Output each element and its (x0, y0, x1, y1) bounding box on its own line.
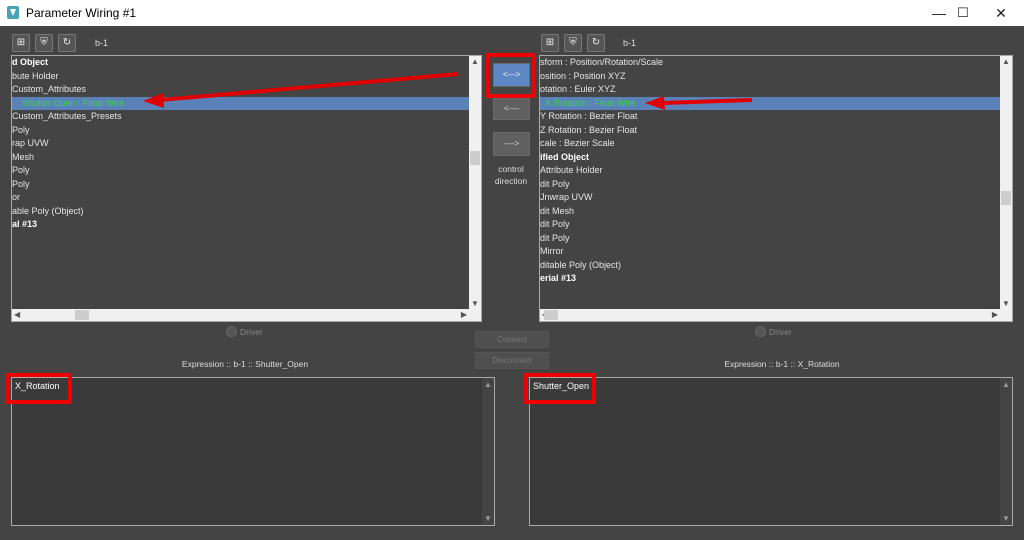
control-left-button[interactable]: <---- (493, 98, 530, 120)
hierarchy-icon[interactable]: ⊞ (541, 34, 559, 52)
tree-item[interactable]: Attribute Holder (540, 164, 1000, 178)
refresh-icon[interactable]: ↻ (587, 34, 605, 52)
tree-item[interactable]: Custom_Attributes (12, 83, 469, 97)
tree-item[interactable]: sform : Position/Rotation/Scale (540, 56, 1000, 70)
tree-item[interactable]: Poly (12, 124, 469, 138)
scroll-up-icon[interactable]: ▲ (484, 380, 492, 389)
right-parameter-tree[interactable]: sform : Position/Rotation/Scale osition :… (539, 55, 1013, 322)
refresh-icon[interactable]: ↻ (58, 34, 76, 52)
tree-item[interactable]: able Poly (Object) (12, 205, 469, 219)
tree-item[interactable]: Poly (12, 178, 469, 192)
connect-button[interactable]: Connect (475, 331, 549, 348)
left-vertical-scrollbar[interactable]: ▲ ▼ (469, 56, 481, 309)
left-driver-label: Driver (240, 327, 263, 337)
left-expression-editor[interactable]: X_Rotation ▲ ▼ (11, 377, 495, 526)
scroll-thumb[interactable] (75, 310, 89, 320)
left-object-name: b-1 (95, 38, 109, 48)
lock-icon[interactable]: ⛨ (564, 34, 582, 52)
scroll-corner (1000, 309, 1012, 321)
tree-item[interactable]: d Object (12, 56, 469, 70)
left-expression-header: Expression :: b-1 :: Shutter_Open (181, 359, 309, 369)
scroll-left-icon[interactable]: ◀ (14, 310, 20, 319)
tree-item[interactable]: dit Poly (540, 218, 1000, 232)
left-expression-scrollbar[interactable]: ▲ ▼ (482, 378, 494, 525)
right-horizontal-scrollbar[interactable]: ◀ ▶ (540, 309, 1000, 321)
scroll-down-icon[interactable]: ▼ (471, 299, 479, 308)
window-title: Parameter Wiring #1 (26, 6, 137, 20)
tree-item[interactable]: otation : Euler XYZ (540, 83, 1000, 97)
scroll-corner (469, 309, 481, 321)
right-driver-radio[interactable] (755, 326, 766, 337)
close-button[interactable]: ✕ (978, 0, 1024, 26)
right-expression-header: Expression :: b-1 :: X_Rotation (724, 359, 840, 369)
tree-item-selected[interactable]: Shutter Open : Float Wire (12, 96, 469, 110)
tree-item[interactable]: Mesh (12, 151, 469, 165)
left-driver-radio[interactable] (226, 326, 237, 337)
annotation-highlight-right-expression (524, 373, 596, 404)
left-parameter-tree[interactable]: d Object bute Holder Custom_Attributes Shut… (11, 55, 482, 322)
tree-item[interactable]: Jnwrap UVW (540, 191, 1000, 205)
tree-item[interactable]: osition : Position XYZ (540, 70, 1000, 84)
scroll-down-icon[interactable]: ▼ (1002, 299, 1010, 308)
scroll-right-icon[interactable]: ▶ (992, 310, 998, 319)
tree-item[interactable]: ditable Poly (Object) (540, 259, 1000, 273)
scroll-thumb[interactable] (470, 151, 480, 165)
annotation-highlight-bidirectional (485, 53, 536, 98)
tree-item[interactable]: cale : Bezier Scale (540, 137, 1000, 151)
tree-item[interactable]: or (12, 191, 469, 205)
right-object-name: b-1 (623, 38, 637, 48)
tree-item[interactable]: ified Object (540, 151, 1000, 165)
left-tree-rows: d Object bute Holder Custom_Attributes Shut… (12, 56, 469, 309)
tree-item[interactable]: bute Holder (12, 70, 469, 84)
right-expression-editor[interactable]: Shutter_Open ▲ ▼ (529, 377, 1013, 526)
scroll-right-icon[interactable]: ▶ (461, 310, 467, 319)
right-driver-label: Driver (769, 327, 792, 337)
tree-item[interactable]: Y Rotation : Bezier Float (540, 110, 1000, 124)
control-direction-label: control direction (494, 164, 528, 186)
right-expression-scrollbar[interactable]: ▲ ▼ (1000, 378, 1012, 525)
title-bar: Parameter Wiring #1 — ☐ ✕ (0, 0, 1024, 26)
scroll-thumb[interactable] (544, 310, 558, 320)
tree-item[interactable]: dit Mesh (540, 205, 1000, 219)
control-right-button[interactable]: ----> (493, 132, 530, 156)
scroll-up-icon[interactable]: ▲ (1002, 380, 1010, 389)
tree-item[interactable]: Poly (12, 164, 469, 178)
lock-icon[interactable]: ⛨ (35, 34, 53, 52)
scroll-up-icon[interactable]: ▲ (1002, 57, 1010, 66)
disconnect-button[interactable]: Disconnect (475, 352, 549, 369)
annotation-highlight-left-expression (5, 373, 72, 404)
tree-item[interactable]: Custom_Attributes_Presets (12, 110, 469, 124)
tree-item-selected[interactable]: X Rotation : Float Wire (540, 96, 1000, 110)
tree-item[interactable]: erial #13 (540, 272, 1000, 286)
tree-item[interactable]: Z Rotation : Bezier Float (540, 124, 1000, 138)
tree-item[interactable]: dit Poly (540, 178, 1000, 192)
scroll-up-icon[interactable]: ▲ (471, 57, 479, 66)
tree-item[interactable]: al #13 (12, 218, 469, 232)
scroll-down-icon[interactable]: ▼ (1002, 514, 1010, 523)
right-tree-rows: sform : Position/Rotation/Scale osition :… (540, 56, 1000, 309)
app-icon (7, 6, 19, 19)
left-horizontal-scrollbar[interactable]: ◀ ▶ (12, 309, 469, 321)
scroll-down-icon[interactable]: ▼ (484, 514, 492, 523)
tree-item[interactable]: Mirror (540, 245, 1000, 259)
right-vertical-scrollbar[interactable]: ▲ ▼ (1000, 56, 1012, 309)
tree-item[interactable]: rap UVW (12, 137, 469, 151)
hierarchy-icon[interactable]: ⊞ (12, 34, 30, 52)
scroll-thumb[interactable] (1001, 191, 1011, 205)
tree-item[interactable]: dit Poly (540, 232, 1000, 246)
